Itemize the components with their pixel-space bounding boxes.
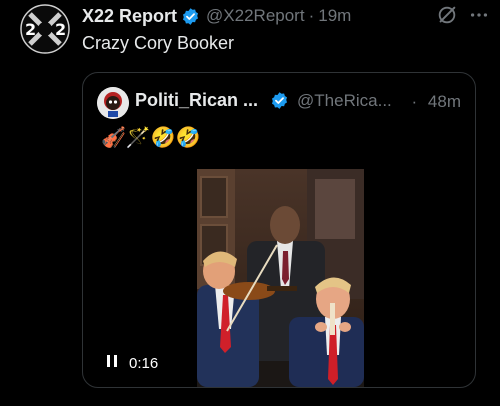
post-text: Crazy Cory Booker: [82, 33, 235, 53]
separator-dot: ·: [308, 6, 315, 25]
pause-icon[interactable]: [105, 354, 119, 373]
svg-text:2: 2: [25, 20, 36, 39]
video-player[interactable]: [197, 169, 364, 387]
quoted-author-avatar[interactable]: [97, 87, 129, 119]
quoted-author-handle[interactable]: @TheRica...: [297, 91, 392, 111]
quoted-post-text: 🎻🪄🤣🤣: [101, 127, 201, 149]
quoted-post[interactable]: Politi_Rican ... @TheRica... · 48m 🎻🪄🤣🤣: [82, 72, 476, 388]
post-time[interactable]: 19m: [318, 6, 351, 26]
video-frame: [197, 169, 364, 387]
verified-badge-icon: [181, 7, 200, 26]
quoted-post-time-group: · 48m: [412, 92, 461, 112]
video-time: 0:16: [129, 355, 159, 372]
quoted-post-time[interactable]: 48m: [428, 92, 461, 111]
x22-logo: 2 2: [20, 4, 70, 54]
separator-dot: ·: [411, 92, 418, 111]
more-options-icon[interactable]: [468, 4, 490, 31]
author-name[interactable]: X22 Report: [82, 6, 177, 27]
quoted-post-header: Politi_Rican ... @TheRica...: [135, 90, 392, 111]
post-header: X22 Report @X22Report · 19m: [82, 4, 351, 28]
svg-text:2: 2: [55, 20, 66, 39]
post-actions: [436, 4, 490, 31]
quoted-author-name[interactable]: Politi_Rican ...: [135, 90, 258, 111]
grok-icon[interactable]: [436, 4, 458, 31]
verified-badge-icon: [270, 91, 289, 110]
video-controls: 0:16: [105, 354, 158, 373]
author-avatar[interactable]: 2 2: [20, 4, 70, 54]
author-handle[interactable]: @X22Report: [206, 6, 305, 26]
